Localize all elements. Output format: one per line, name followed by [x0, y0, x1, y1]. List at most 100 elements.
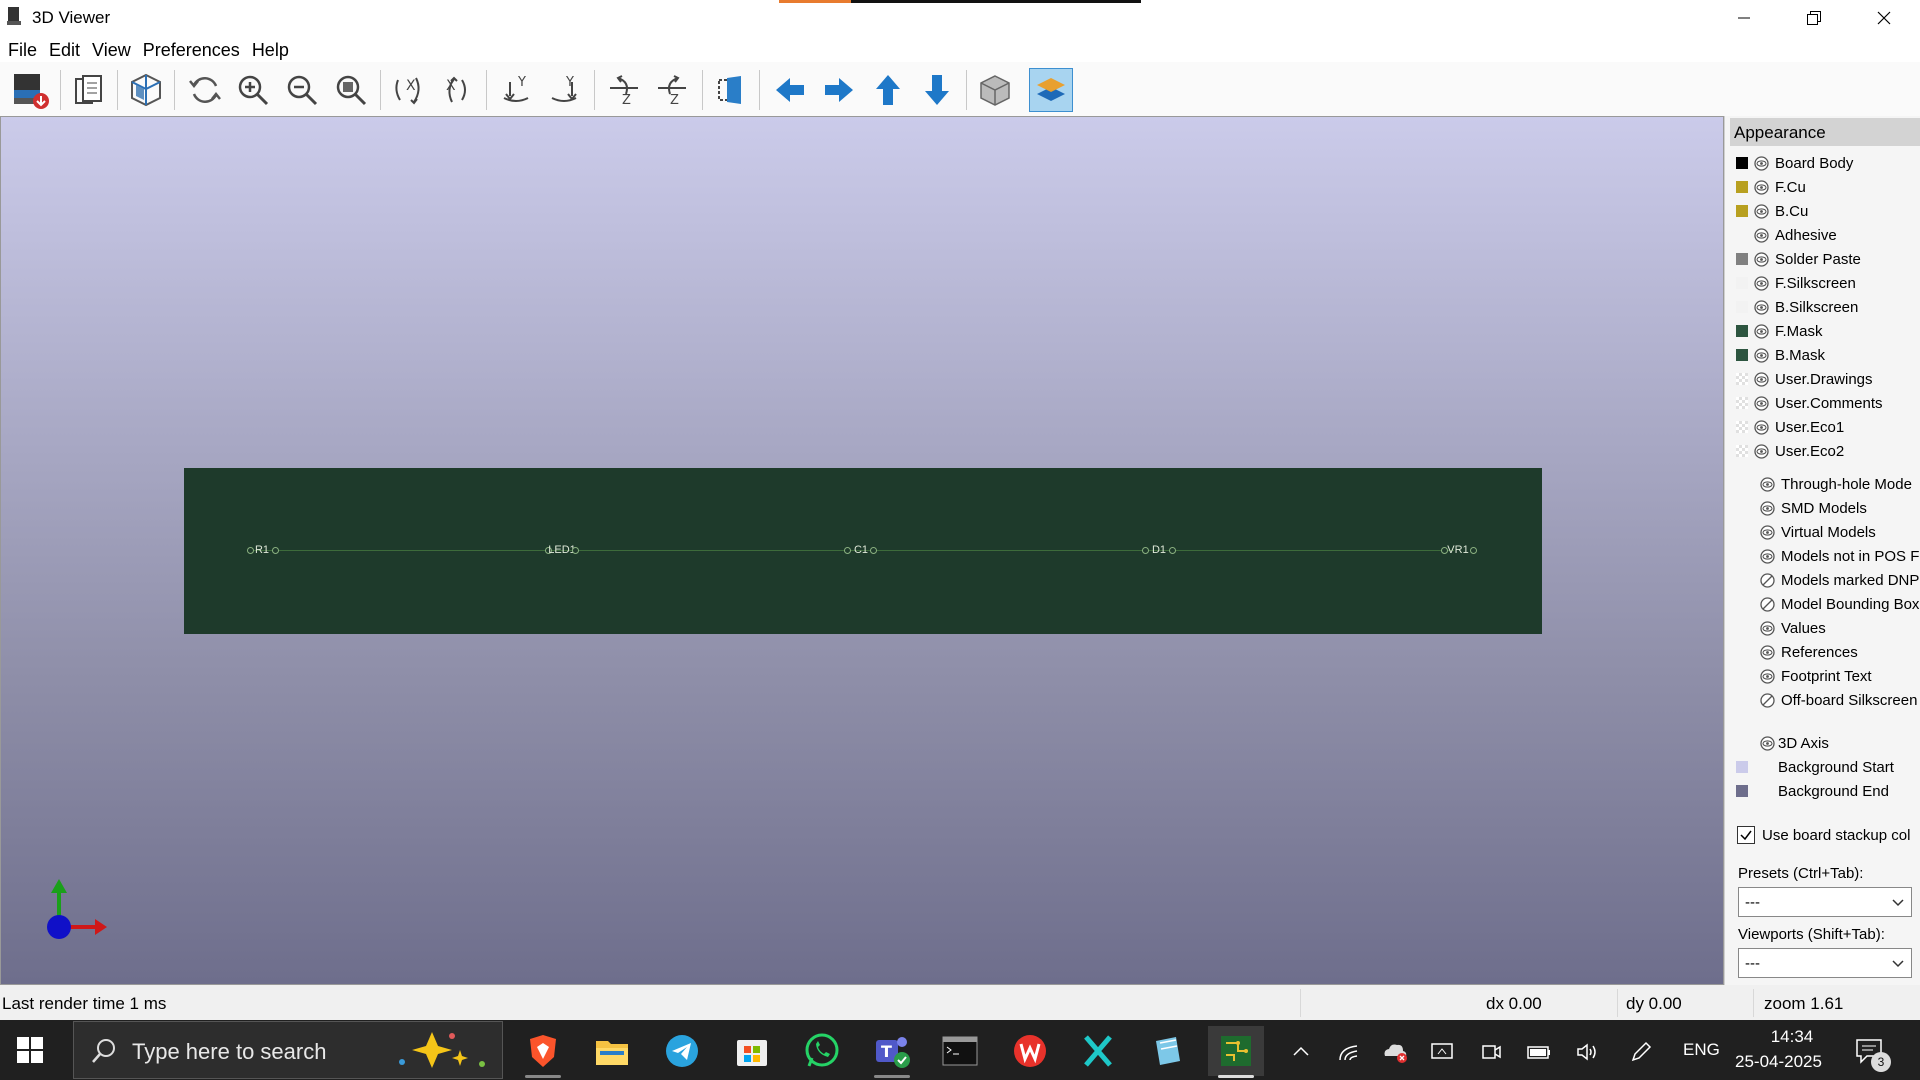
appearance-row[interactable]: 3D Axis — [1725, 731, 1920, 755]
appearance-row[interactable]: Adhesive — [1725, 223, 1920, 247]
tray-display[interactable] — [1428, 1038, 1456, 1066]
visibility-eye-icon[interactable] — [1754, 372, 1769, 387]
menu-help[interactable]: Help — [246, 36, 295, 62]
appearance-row[interactable]: F.Cu — [1725, 175, 1920, 199]
move-left-button[interactable] — [768, 68, 812, 112]
export-image-button[interactable] — [8, 68, 52, 112]
appearance-row[interactable]: User.Comments — [1725, 391, 1920, 415]
visibility-eye-icon[interactable] — [1754, 420, 1769, 435]
appearance-row[interactable]: Background Start — [1725, 755, 1920, 779]
visibility-eye-icon[interactable] — [1760, 549, 1775, 564]
taskbar-xcode-tool[interactable] — [1070, 1026, 1126, 1076]
appearance-row[interactable]: References — [1725, 640, 1920, 664]
flip-board-button[interactable] — [709, 68, 753, 112]
layers-manager-button[interactable] — [1029, 68, 1073, 112]
visibility-eye-icon[interactable] — [1754, 180, 1769, 195]
orthographic-button[interactable] — [973, 68, 1017, 112]
appearance-row[interactable]: Values — [1725, 616, 1920, 640]
taskbar-teams[interactable]: T — [864, 1026, 920, 1078]
color-swatch[interactable] — [1736, 349, 1748, 361]
color-swatch[interactable] — [1736, 785, 1748, 797]
appearance-row[interactable]: User.Eco1 — [1725, 415, 1920, 439]
taskbar-search[interactable]: Type here to search — [73, 1021, 503, 1079]
stackup-checkbox-row[interactable]: Use board stackup col — [1725, 823, 1920, 847]
rotate-x-cw-button[interactable]: X — [388, 68, 432, 112]
zoom-in-button[interactable] — [231, 68, 275, 112]
menu-preferences[interactable]: Preferences — [137, 36, 246, 62]
color-swatch[interactable] — [1736, 397, 1748, 409]
visibility-eye-icon[interactable] — [1754, 228, 1769, 243]
appearance-row[interactable]: Virtual Models — [1725, 520, 1920, 544]
visibility-eye-icon[interactable] — [1754, 324, 1769, 339]
visibility-eye-icon[interactable] — [1754, 156, 1769, 171]
taskbar-brave[interactable] — [515, 1026, 571, 1078]
appearance-row[interactable]: F.Mask — [1725, 319, 1920, 343]
appearance-row[interactable]: Model Bounding Box — [1725, 592, 1920, 616]
appearance-row[interactable]: Background End — [1725, 779, 1920, 803]
rotate-z-cw-button[interactable]: Z — [602, 68, 646, 112]
appearance-row[interactable]: User.Eco2 — [1725, 439, 1920, 463]
appearance-row[interactable]: B.Cu — [1725, 199, 1920, 223]
reload-button[interactable] — [183, 68, 227, 112]
zoom-fit-button[interactable] — [329, 68, 373, 112]
tray-pen[interactable] — [1627, 1038, 1655, 1066]
presets-dropdown[interactable]: --- — [1738, 887, 1912, 917]
visibility-hidden-icon[interactable] — [1760, 597, 1775, 612]
language-indicator[interactable]: ENG — [1683, 1040, 1720, 1060]
appearance-row[interactable]: Off-board Silkscreen — [1725, 688, 1920, 712]
visibility-eye-icon[interactable] — [1760, 621, 1775, 636]
tray-camera[interactable] — [1477, 1038, 1505, 1066]
appearance-row[interactable]: B.Silkscreen — [1725, 295, 1920, 319]
taskbar-microsoft-store[interactable] — [724, 1026, 780, 1076]
visibility-eye-icon[interactable] — [1754, 348, 1769, 363]
menu-file[interactable]: File — [2, 36, 43, 62]
move-right-button[interactable] — [817, 68, 861, 112]
clock-date[interactable]: 25-04-2025 — [1735, 1052, 1822, 1072]
move-up-button[interactable] — [866, 68, 910, 112]
visibility-eye-icon[interactable] — [1760, 501, 1775, 516]
color-swatch[interactable] — [1736, 253, 1748, 265]
taskbar-wps-office[interactable] — [1002, 1026, 1058, 1076]
tray-volume[interactable] — [1573, 1038, 1601, 1066]
visibility-eye-icon[interactable] — [1760, 477, 1775, 492]
color-swatch[interactable] — [1736, 181, 1748, 193]
visibility-eye-icon[interactable] — [1754, 276, 1769, 291]
visibility-eye-icon[interactable] — [1760, 736, 1775, 751]
appearance-row[interactable]: Models not in POS F — [1725, 544, 1920, 568]
clock-time[interactable]: 14:34 — [1752, 1027, 1832, 1047]
rotate-z-ccw-button[interactable]: Z — [650, 68, 694, 112]
menu-view[interactable]: View — [86, 36, 137, 62]
taskbar-whatsapp[interactable] — [794, 1026, 850, 1076]
minimize-button[interactable] — [1709, 0, 1779, 36]
visibility-eye-icon[interactable] — [1760, 645, 1775, 660]
taskbar-notepad[interactable] — [1140, 1026, 1196, 1076]
windows-start-icon[interactable] — [15, 1035, 45, 1065]
visibility-eye-icon[interactable] — [1754, 204, 1769, 219]
viewports-dropdown[interactable]: --- — [1738, 948, 1912, 978]
visibility-eye-icon[interactable] — [1760, 669, 1775, 684]
visibility-hidden-icon[interactable] — [1760, 573, 1775, 588]
zoom-out-button[interactable] — [280, 68, 324, 112]
taskbar-kicad[interactable] — [1208, 1026, 1264, 1078]
visibility-eye-icon[interactable] — [1760, 525, 1775, 540]
color-swatch[interactable] — [1736, 301, 1748, 313]
visibility-eye-icon[interactable] — [1754, 252, 1769, 267]
appearance-row[interactable]: Through-hole Mode — [1725, 472, 1920, 496]
color-swatch[interactable] — [1736, 761, 1748, 773]
menu-edit[interactable]: Edit — [43, 36, 86, 62]
move-down-button[interactable] — [915, 68, 959, 112]
appearance-row[interactable]: SMD Models — [1725, 496, 1920, 520]
color-swatch[interactable] — [1736, 205, 1748, 217]
visibility-hidden-icon[interactable] — [1760, 693, 1775, 708]
visibility-eye-icon[interactable] — [1754, 300, 1769, 315]
appearance-row[interactable]: User.Drawings — [1725, 367, 1920, 391]
rotate-x-ccw-button[interactable]: X — [436, 68, 480, 112]
appearance-tab[interactable]: Appearance — [1730, 118, 1920, 146]
raytracing-button[interactable] — [124, 68, 168, 112]
color-swatch[interactable] — [1736, 421, 1748, 433]
tray-battery[interactable] — [1525, 1038, 1553, 1066]
taskbar-file-explorer[interactable] — [584, 1026, 640, 1076]
visibility-eye-icon[interactable] — [1754, 396, 1769, 411]
tray-network[interactable] — [1335, 1038, 1363, 1066]
restore-button[interactable] — [1779, 0, 1849, 36]
